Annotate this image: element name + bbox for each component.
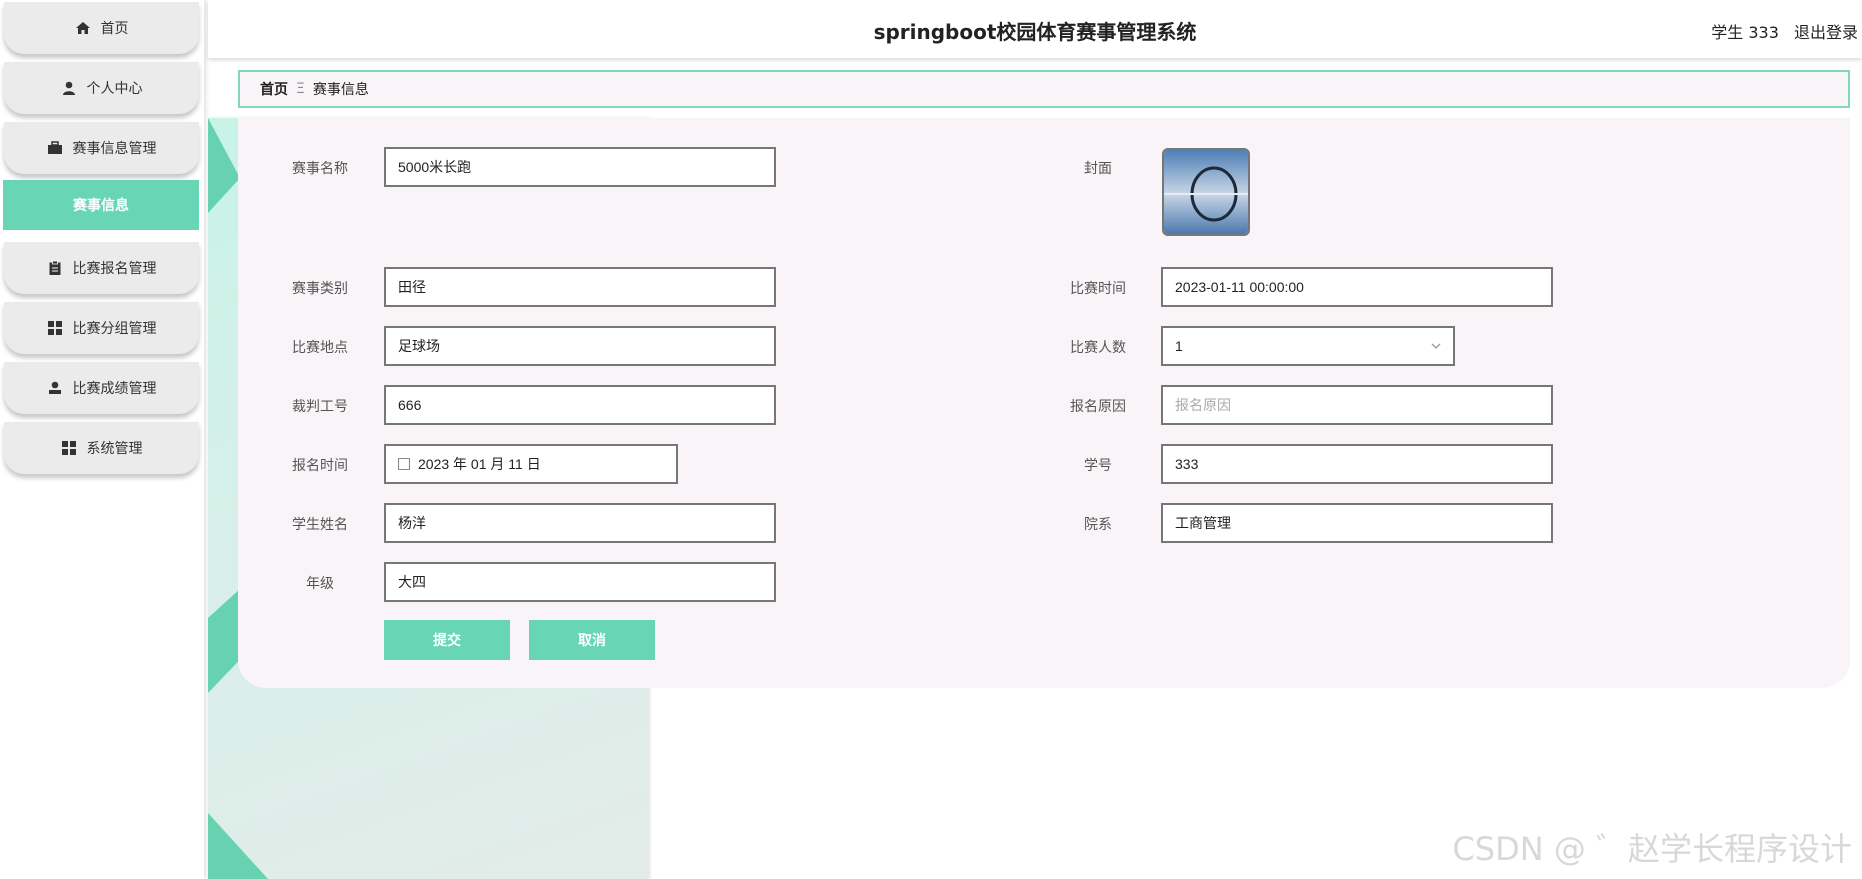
- label-student-name: 学生姓名: [292, 517, 348, 533]
- person-icon: [48, 381, 61, 394]
- sidebar-item-label: 首页: [100, 21, 129, 37]
- clipboard-icon: [49, 260, 60, 275]
- label-match-time: 比赛时间: [1070, 281, 1126, 297]
- user-icon: [62, 81, 75, 95]
- grid-icon: [61, 441, 76, 455]
- sidebar-item-label: 赛事信息管理: [72, 141, 157, 157]
- logout-link[interactable]: 退出登录: [1794, 23, 1858, 42]
- sidebar-item-label: 个人中心: [86, 81, 143, 97]
- label-registration-time: 报名时间: [292, 458, 348, 474]
- home-icon: [75, 22, 90, 34]
- grade-field[interactable]: 大四: [384, 562, 776, 602]
- student-no-field[interactable]: 333: [1161, 444, 1553, 484]
- submit-button[interactable]: 提交: [384, 620, 510, 660]
- label-cover: 封面: [1084, 161, 1112, 177]
- match-time-field[interactable]: 2023-01-11 00:00:00: [1161, 267, 1553, 307]
- department-field[interactable]: 工商管理: [1161, 503, 1553, 543]
- grid-icon: [47, 321, 62, 335]
- top-header: springboot校园体育赛事管理系统 学生 333 退出登录: [208, 0, 1862, 58]
- label-department: 院系: [1084, 517, 1112, 533]
- breadcrumb-current: 赛事信息: [312, 82, 369, 98]
- location-field[interactable]: 足球场: [384, 326, 776, 366]
- sidebar: 首页 个人中心 赛事信息管理 赛事信息 比赛报名管理 比赛分组管理 比赛成绩管理…: [0, 0, 204, 879]
- briefcase-icon: [47, 141, 62, 154]
- calendar-icon: [398, 458, 410, 470]
- current-user: 学生 333: [1711, 23, 1779, 42]
- app-title: springboot校园体育赛事管理系统: [873, 20, 1197, 44]
- sidebar-item-label: 系统管理: [86, 441, 143, 457]
- referee-id-field[interactable]: 666: [384, 385, 776, 425]
- label-referee-id: 裁判工号: [292, 399, 348, 415]
- cover-image[interactable]: [1162, 148, 1250, 236]
- sidebar-item-registration-management[interactable]: 比赛报名管理: [4, 242, 199, 294]
- chevron-down-icon: [1431, 343, 1441, 349]
- label-reason: 报名原因: [1070, 399, 1126, 415]
- sidebar-item-event-info[interactable]: 赛事信息: [3, 180, 199, 230]
- sidebar-item-grouping-management[interactable]: 比赛分组管理: [4, 302, 199, 354]
- label-student-no: 学号: [1084, 458, 1112, 474]
- sidebar-item-personal-center[interactable]: 个人中心: [4, 62, 199, 114]
- registration-date-picker[interactable]: 2023 年 01 月 11 日: [384, 444, 678, 484]
- sidebar-item-event-management[interactable]: 赛事信息管理: [4, 122, 199, 174]
- label-participant-count: 比赛人数: [1070, 340, 1126, 356]
- breadcrumb-separator: Ξ: [296, 81, 305, 97]
- label-event-name: 赛事名称: [292, 161, 348, 177]
- sidebar-item-system-management[interactable]: 系统管理: [4, 422, 199, 474]
- sidebar-item-label: 比赛成绩管理: [72, 381, 157, 397]
- watermark: CSDN @ ゛赵学长程序设计: [1452, 830, 1852, 868]
- category-field[interactable]: 田径: [384, 267, 776, 307]
- sidebar-item-label: 比赛分组管理: [72, 321, 157, 337]
- label-grade: 年级: [306, 576, 334, 592]
- cancel-button[interactable]: 取消: [529, 620, 655, 660]
- sidebar-item-score-management[interactable]: 比赛成绩管理: [4, 362, 199, 414]
- student-name-field[interactable]: 杨洋: [384, 503, 776, 543]
- sidebar-item-home[interactable]: 首页: [4, 2, 199, 54]
- reason-input[interactable]: 报名原因: [1161, 385, 1553, 425]
- event-name-field[interactable]: 5000米长跑: [384, 147, 776, 187]
- sidebar-item-label: 比赛报名管理: [72, 261, 157, 277]
- participant-count-select[interactable]: 1: [1161, 326, 1455, 366]
- breadcrumb: 首页 Ξ 赛事信息: [238, 70, 1850, 108]
- participant-count-value: 1: [1175, 338, 1183, 354]
- label-location: 比赛地点: [292, 340, 348, 356]
- registration-date-value: 2023 年 01 月 11 日: [418, 456, 541, 472]
- breadcrumb-home[interactable]: 首页: [260, 79, 288, 99]
- sidebar-item-label: 赛事信息: [73, 198, 129, 214]
- cover-thumbnail: [1164, 150, 1248, 234]
- label-category: 赛事类别: [292, 281, 348, 297]
- user-area: 学生 333 退出登录: [1701, 19, 1858, 43]
